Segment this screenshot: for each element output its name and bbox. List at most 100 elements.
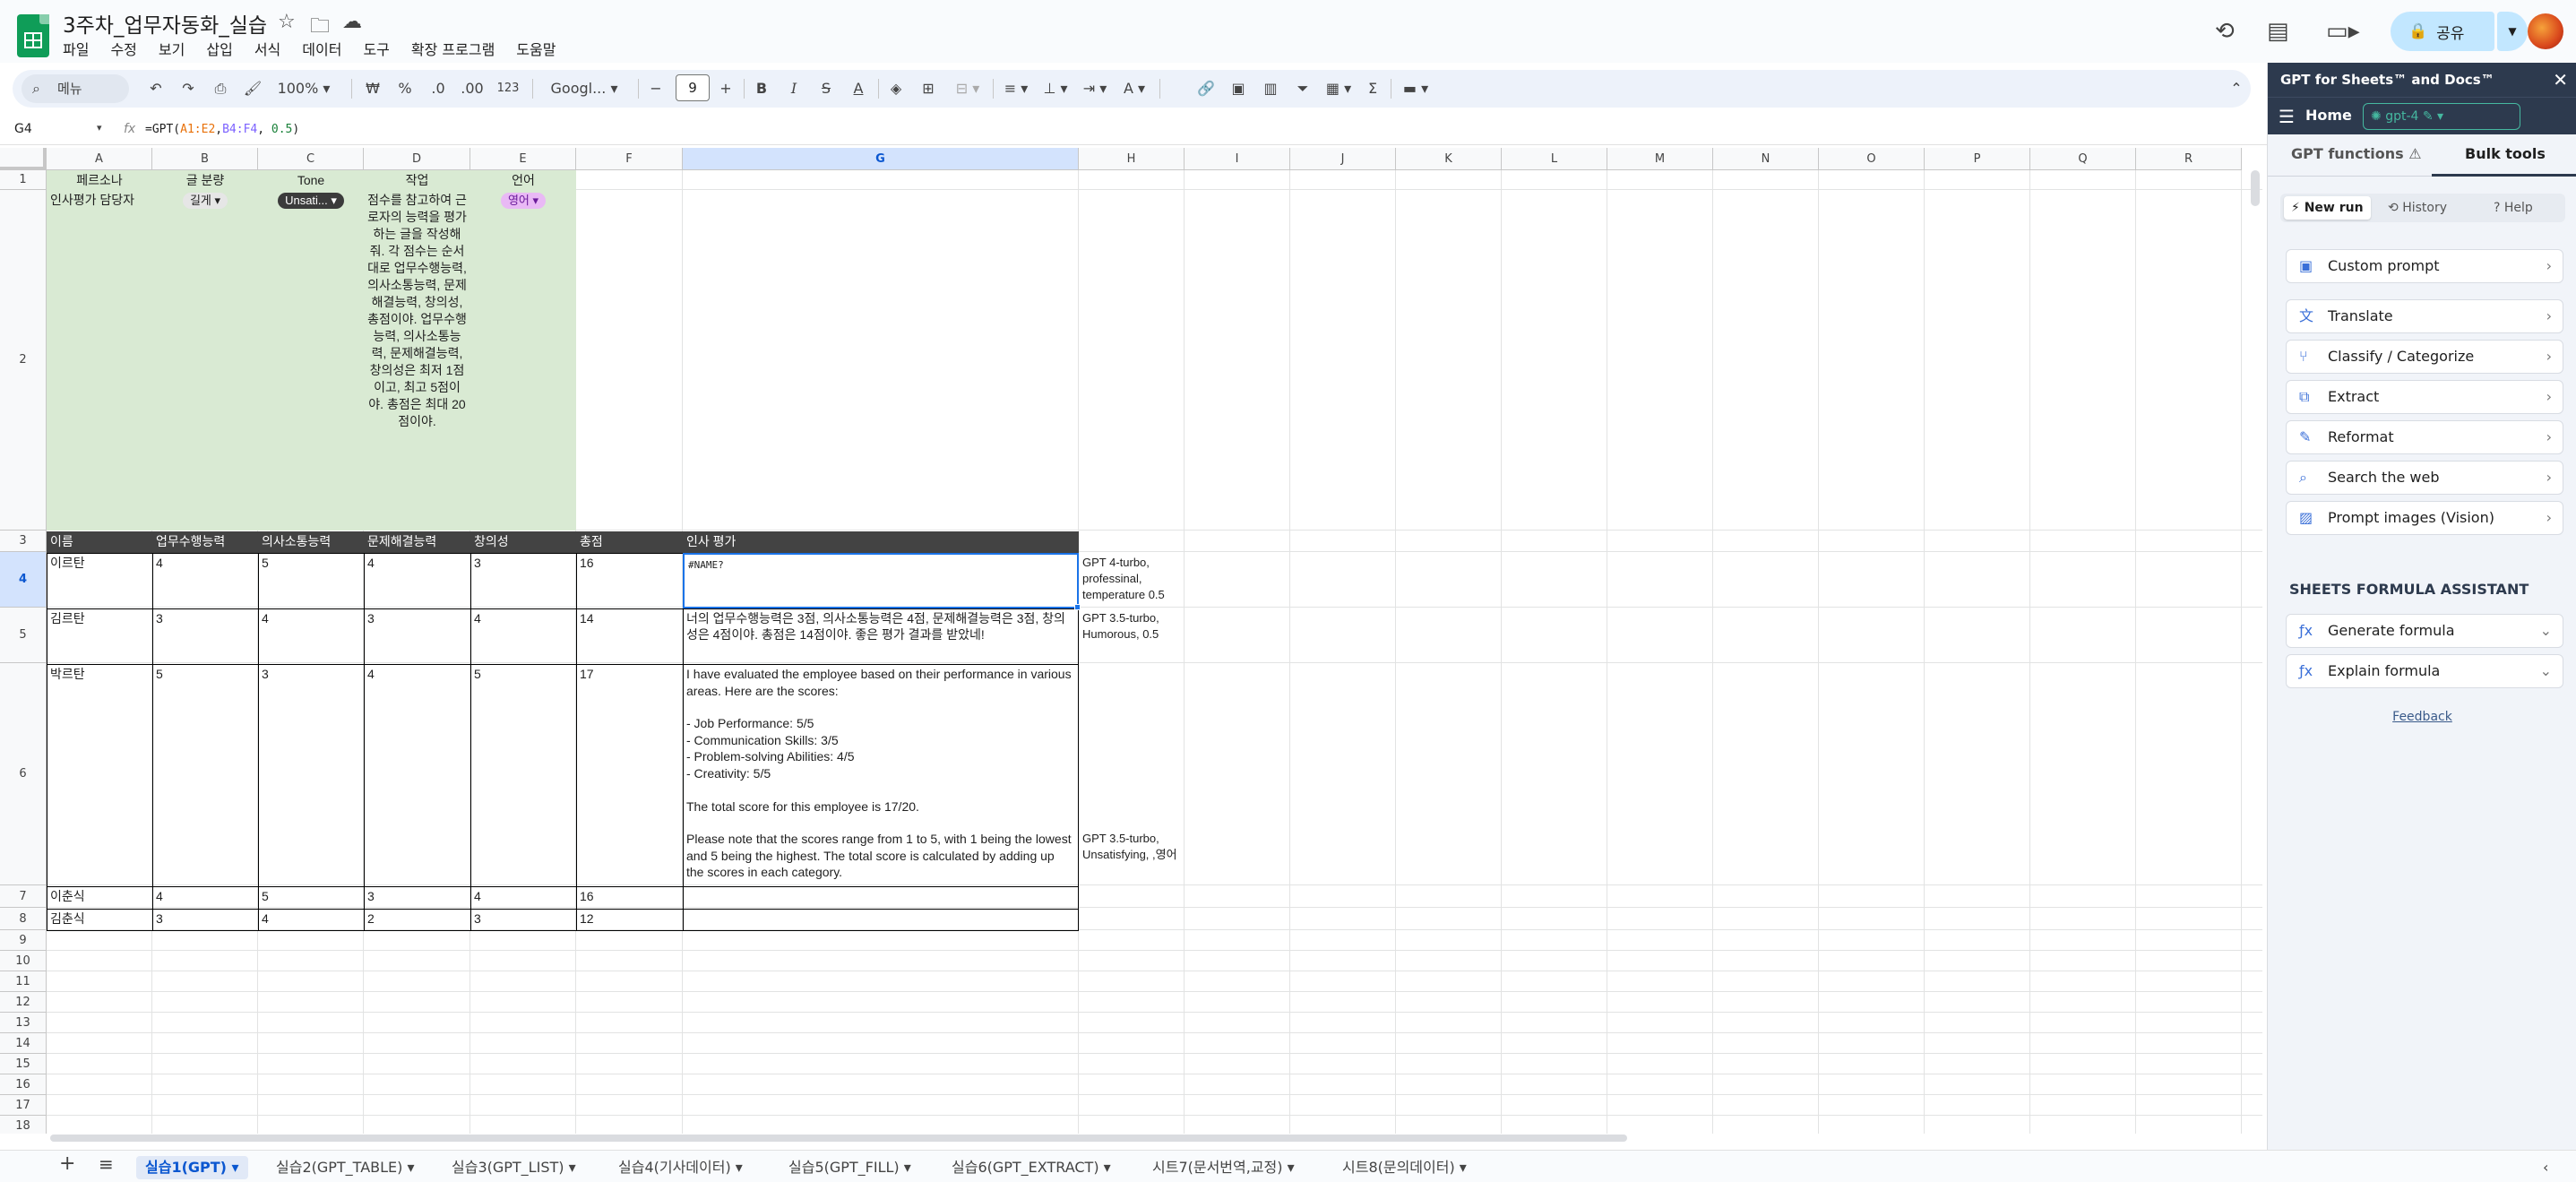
zoom-select[interactable]: 100% ▾ bbox=[272, 75, 335, 102]
cell-b3[interactable]: 업무수행능력 bbox=[152, 531, 258, 553]
cell-g6[interactable]: I have evaluated the employee based on t… bbox=[683, 664, 1079, 886]
share-dropdown-icon[interactable]: ▼ bbox=[2497, 12, 2528, 51]
horizontal-scrollbar[interactable] bbox=[50, 1135, 1627, 1142]
hamburger-menu-icon[interactable]: ☰ bbox=[2279, 106, 2295, 127]
home-link[interactable]: Home bbox=[2305, 107, 2352, 124]
column-header[interactable]: M bbox=[1607, 148, 1713, 170]
increase-decimal-button[interactable]: .00 bbox=[457, 75, 487, 102]
font-size-decrease-button[interactable]: − bbox=[645, 75, 667, 102]
row-header[interactable]: 8 bbox=[0, 908, 47, 930]
column-header[interactable]: N bbox=[1713, 148, 1819, 170]
cell-b5[interactable]: 3 bbox=[152, 608, 258, 664]
cell-d8[interactable]: 2 bbox=[364, 909, 470, 931]
cell-e6[interactable]: 5 bbox=[470, 664, 576, 886]
column-header[interactable]: E bbox=[470, 148, 576, 170]
menu-extensions[interactable]: 확장 프로그램 bbox=[411, 38, 505, 59]
column-header[interactable]: F bbox=[576, 148, 683, 170]
cell-e4[interactable]: 3 bbox=[470, 553, 576, 608]
cell-a4[interactable]: 이르탄 bbox=[47, 553, 152, 608]
cell-e3[interactable]: 창의성 bbox=[470, 531, 576, 553]
row-header[interactable]: 2 bbox=[0, 190, 47, 531]
length-dropdown-chip[interactable]: 길게 ▾ bbox=[182, 193, 228, 209]
menu-data[interactable]: 데이터 bbox=[302, 38, 352, 59]
row-header[interactable]: 16 bbox=[0, 1074, 47, 1095]
cell-f5[interactable]: 14 bbox=[576, 608, 683, 664]
cell-b4[interactable]: 4 bbox=[152, 553, 258, 608]
row-header[interactable]: 11 bbox=[0, 971, 47, 992]
cell-c5[interactable]: 4 bbox=[258, 608, 364, 664]
sheet-tab-active[interactable]: 실습1(GPT) ▾ bbox=[136, 1156, 248, 1179]
cell-b8[interactable]: 3 bbox=[152, 909, 258, 931]
column-header[interactable]: B bbox=[152, 148, 258, 170]
number-format-button[interactable]: 123 bbox=[493, 75, 523, 102]
cell-a7[interactable]: 이춘식 bbox=[47, 886, 152, 909]
cell-d7[interactable]: 3 bbox=[364, 886, 470, 909]
close-icon[interactable]: ✕ bbox=[2553, 63, 2568, 97]
name-box-dropdown-icon[interactable]: ▾ bbox=[97, 122, 102, 134]
strikethrough-icon[interactable]: S bbox=[815, 75, 837, 102]
cell-a6[interactable]: 박르탄 bbox=[47, 664, 152, 886]
cell-c4[interactable]: 5 bbox=[258, 553, 364, 608]
bold-icon[interactable]: B bbox=[751, 75, 772, 102]
document-title[interactable]: 3주차_업무자동화_실습 bbox=[63, 8, 267, 39]
row-header[interactable]: 10 bbox=[0, 951, 47, 971]
cell-f7[interactable]: 16 bbox=[576, 886, 683, 909]
text-wrap-icon[interactable]: ⇥ ▾ bbox=[1077, 75, 1113, 102]
row-header[interactable]: 5 bbox=[0, 608, 47, 663]
font-size-input[interactable]: 9 bbox=[676, 74, 710, 101]
cell-a1[interactable]: 페르소나 bbox=[47, 170, 152, 190]
menu-edit[interactable]: 수정 bbox=[110, 38, 147, 59]
cell-e8[interactable]: 3 bbox=[470, 909, 576, 931]
menu-file[interactable]: 파일 bbox=[63, 38, 99, 59]
cell-d3[interactable]: 문제해결능력 bbox=[364, 531, 470, 553]
collapse-side-panel-icon[interactable]: ‹ bbox=[2534, 1156, 2557, 1179]
undo-icon[interactable]: ↶ bbox=[145, 75, 167, 102]
sheet-tab[interactable]: 실습6(GPT_EXTRACT) ▾ bbox=[943, 1156, 1120, 1179]
row-header[interactable]: 7 bbox=[0, 885, 47, 908]
font-size-increase-button[interactable]: + bbox=[715, 75, 737, 102]
sheet-tab[interactable]: 실습5(GPT_FILL) ▾ bbox=[780, 1156, 920, 1179]
classify-button[interactable]: ⑂ Classify / Categorize › bbox=[2286, 340, 2563, 374]
column-header[interactable]: R bbox=[2136, 148, 2242, 170]
cell-b1[interactable]: 글 분량 bbox=[152, 170, 258, 190]
column-header[interactable]: O bbox=[1819, 148, 1925, 170]
reformat-button[interactable]: ✎ Reformat › bbox=[2286, 420, 2563, 454]
vertical-align-icon[interactable]: ⊥ ▾ bbox=[1038, 75, 1073, 102]
custom-prompt-button[interactable]: ▣ Custom prompt › bbox=[2286, 249, 2563, 283]
column-header[interactable]: D bbox=[364, 148, 470, 170]
cloud-status-icon[interactable]: ☁ bbox=[342, 11, 362, 33]
translate-button[interactable]: 文 Translate › bbox=[2286, 299, 2563, 333]
menu-insert[interactable]: 삽입 bbox=[206, 38, 243, 59]
text-color-icon[interactable]: A bbox=[848, 75, 869, 102]
model-select[interactable]: ✺ gpt-4 ✎ ▾ bbox=[2363, 103, 2520, 130]
generate-formula-button[interactable]: ƒx Generate formula ⌄ bbox=[2286, 614, 2563, 648]
text-rotation-icon[interactable]: A ▾ bbox=[1116, 75, 1152, 102]
cell-e5[interactable]: 4 bbox=[470, 608, 576, 664]
cell-d4[interactable]: 4 bbox=[364, 553, 470, 608]
cell-f3[interactable]: 총점 bbox=[576, 531, 683, 553]
paint-format-icon[interactable]: 🖌 bbox=[242, 75, 263, 102]
row-header[interactable]: 13 bbox=[0, 1013, 47, 1033]
row-header[interactable]: 4 bbox=[0, 552, 47, 608]
column-header[interactable]: G bbox=[683, 148, 1079, 170]
fill-color-icon[interactable]: ◈ bbox=[885, 75, 907, 102]
column-header[interactable]: L bbox=[1502, 148, 1607, 170]
column-header[interactable]: C bbox=[258, 148, 364, 170]
cell-f8[interactable]: 12 bbox=[576, 909, 683, 931]
sheets-logo-icon[interactable] bbox=[17, 14, 49, 57]
menu-format[interactable]: 서식 bbox=[254, 38, 291, 59]
share-button[interactable]: 🔒 공유 bbox=[2391, 12, 2494, 51]
borders-icon[interactable]: ⊞ bbox=[918, 75, 939, 102]
cell-f4[interactable]: 16 bbox=[576, 553, 683, 608]
row-header[interactable]: 15 bbox=[0, 1054, 47, 1074]
cell-c2[interactable]: Unsati... ▾ bbox=[258, 190, 364, 531]
cell-d2[interactable]: 점수를 참고하여 근로자의 능력을 평가하는 글을 작성해줘. 각 점수는 순서… bbox=[364, 190, 470, 531]
column-header[interactable]: K bbox=[1396, 148, 1502, 170]
cell-h5[interactable]: GPT 3.5-turbo, Humorous, 0.5 bbox=[1079, 608, 1185, 664]
vertical-scrollbar[interactable] bbox=[2251, 170, 2260, 206]
font-family-select[interactable]: Googl... ▾ bbox=[538, 75, 631, 102]
feedback-link[interactable]: Feedback bbox=[2268, 710, 2576, 724]
comments-icon[interactable]: ▤ bbox=[2267, 18, 2289, 45]
subtab-help[interactable]: ? Help bbox=[2486, 196, 2540, 220]
column-header[interactable]: I bbox=[1185, 148, 1290, 170]
